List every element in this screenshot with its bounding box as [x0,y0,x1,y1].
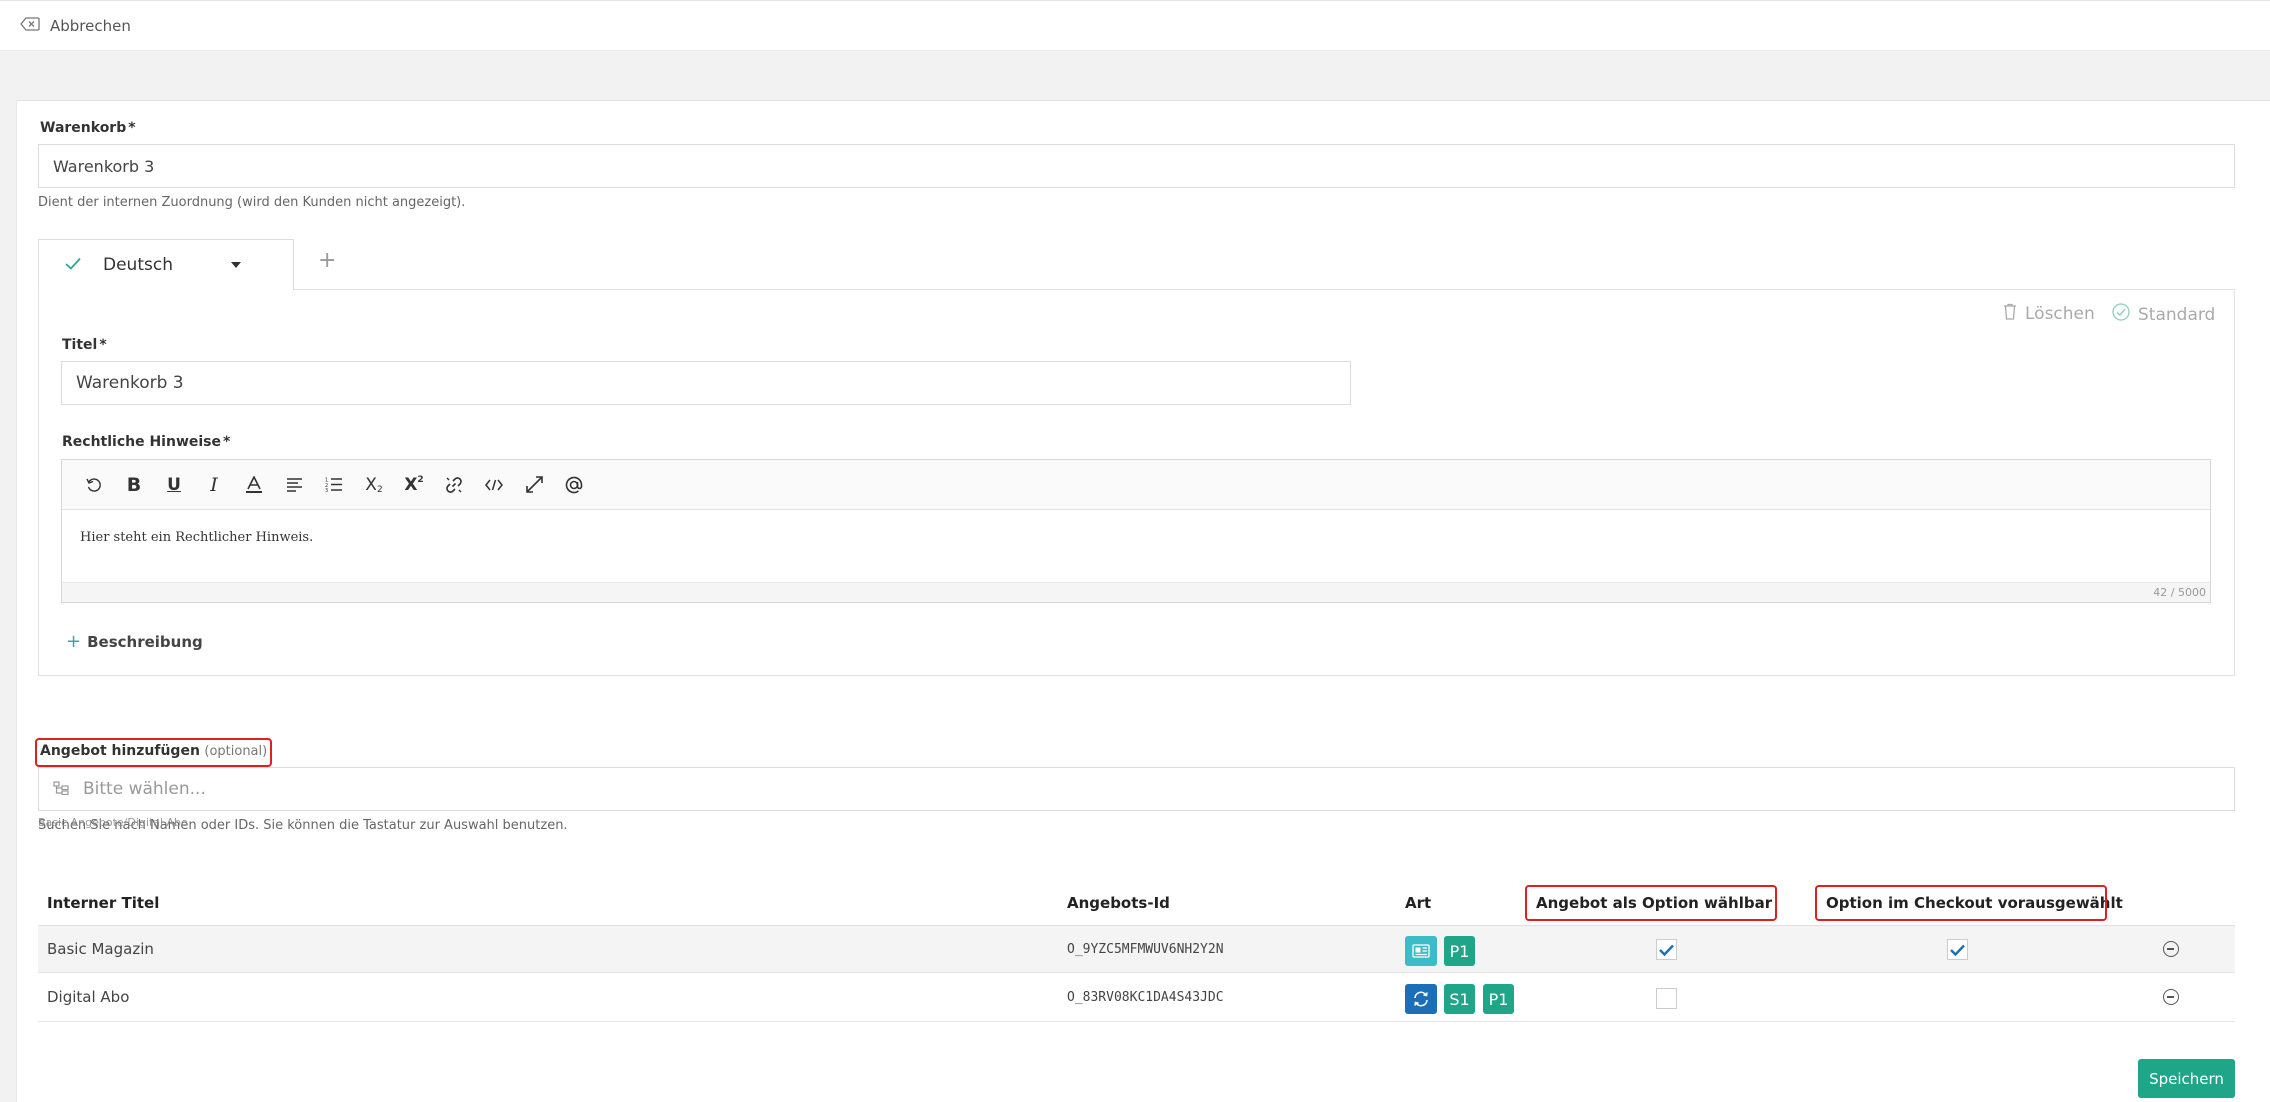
editor-toolbar: B U I 123 X2 X2 [62,460,2210,510]
remove-offer-button[interactable] [2163,941,2179,957]
default-language-button[interactable]: Standard [2112,303,2215,326]
check-icon [65,256,81,274]
align-icon[interactable] [274,465,314,505]
delete-label: Löschen [2025,304,2095,324]
svg-text:3: 3 [325,488,328,492]
underline-icon[interactable]: U [154,465,194,505]
basket-label: Warenkorb * [40,120,136,136]
offer-select[interactable]: Bitte wählen... [38,767,2235,811]
hierarchy-icon [53,780,69,799]
mention-icon[interactable] [554,465,594,505]
add-description-button[interactable]: + Beschreibung [66,631,203,652]
highlight-preselected-header [1815,885,2107,921]
column-header-title: Interner Titel [47,894,160,912]
italic-icon[interactable]: I [194,465,234,505]
character-counter: 42 / 5000 [2153,586,2206,599]
row-title: Basic Magazin [47,940,154,958]
code-icon[interactable] [474,465,514,505]
badge-p1: P1 [1483,984,1514,1014]
table-row: Digital Abo O_83RV08KC1DA4S43JDC S1 P1 [38,974,2235,1022]
row-offer-id: O_83RV08KC1DA4S43JDC [1067,990,1224,1005]
table-row: Basic Magazin O_9YZC5MFMWUV6NH2Y2N P1 [38,925,2235,973]
caret-down-icon[interactable] [230,262,241,268]
backspace-icon [20,17,40,35]
title-label: Titel * [62,337,107,353]
plus-icon: + [66,631,82,652]
row-offer-id: O_9YZC5MFMWUV6NH2Y2N [1067,942,1224,957]
legal-text-editor[interactable]: B U I 123 X2 X2 Hier steht ein Rechtlich… [61,459,2211,603]
tab-label: Deutsch [103,255,173,275]
cancel-button[interactable]: Abbrechen [20,17,131,35]
badge-s1: S1 [1444,984,1475,1014]
bold-icon[interactable]: B [114,465,154,505]
selectable-checkbox[interactable] [1656,988,1677,1009]
top-bar: Abbrechen [0,0,2270,51]
magazine-icon [1405,936,1437,966]
font-color-icon[interactable] [234,465,274,505]
basket-name-input[interactable]: Warenkorb 3 [38,144,2235,188]
editor-status-bar: 42 / 5000 [62,582,2210,602]
highlight-selectable-header [1525,885,1777,921]
add-language-button[interactable]: + [318,248,336,273]
cancel-label: Abbrechen [50,17,131,35]
delete-language-button[interactable]: Löschen [2003,303,2095,325]
trash-icon [2003,303,2017,325]
superscript-icon[interactable]: X2 [394,465,434,505]
check-circle-icon [2112,303,2130,326]
offer-select-placeholder: Bitte wählen... [83,779,206,799]
title-input[interactable]: Warenkorb 3 [61,361,1351,405]
add-description-label: Beschreibung [87,632,203,651]
undo-icon[interactable] [74,465,114,505]
ordered-list-icon[interactable]: 123 [314,465,354,505]
subscript-icon[interactable]: X2 [354,465,394,505]
column-header-id: Angebots-Id [1067,894,1170,912]
row-title: Digital Abo [47,988,130,1006]
preselected-checkbox[interactable] [1947,939,1968,960]
remove-offer-button[interactable] [2163,989,2179,1005]
default-label: Standard [2138,304,2216,325]
highlight-offer-label [35,738,272,767]
save-button[interactable]: Speichern [2138,1059,2235,1098]
editor-text: Hier steht ein Rechtlicher Hinweis. [80,530,314,545]
selectable-checkbox[interactable] [1656,939,1677,960]
fullscreen-icon[interactable] [514,465,554,505]
link-icon[interactable] [434,465,474,505]
column-header-type: Art [1405,894,1432,912]
basket-help-text: Dient der internen Zuordnung (wird den K… [38,195,466,210]
legal-label: Rechtliche Hinweise * [62,434,231,450]
badge-p1: P1 [1444,936,1475,966]
tab-deutsch[interactable]: Deutsch [38,239,294,290]
subscription-icon [1405,984,1437,1014]
offer-overlap-text: Basic Angebote/Digital Abo [38,816,188,829]
